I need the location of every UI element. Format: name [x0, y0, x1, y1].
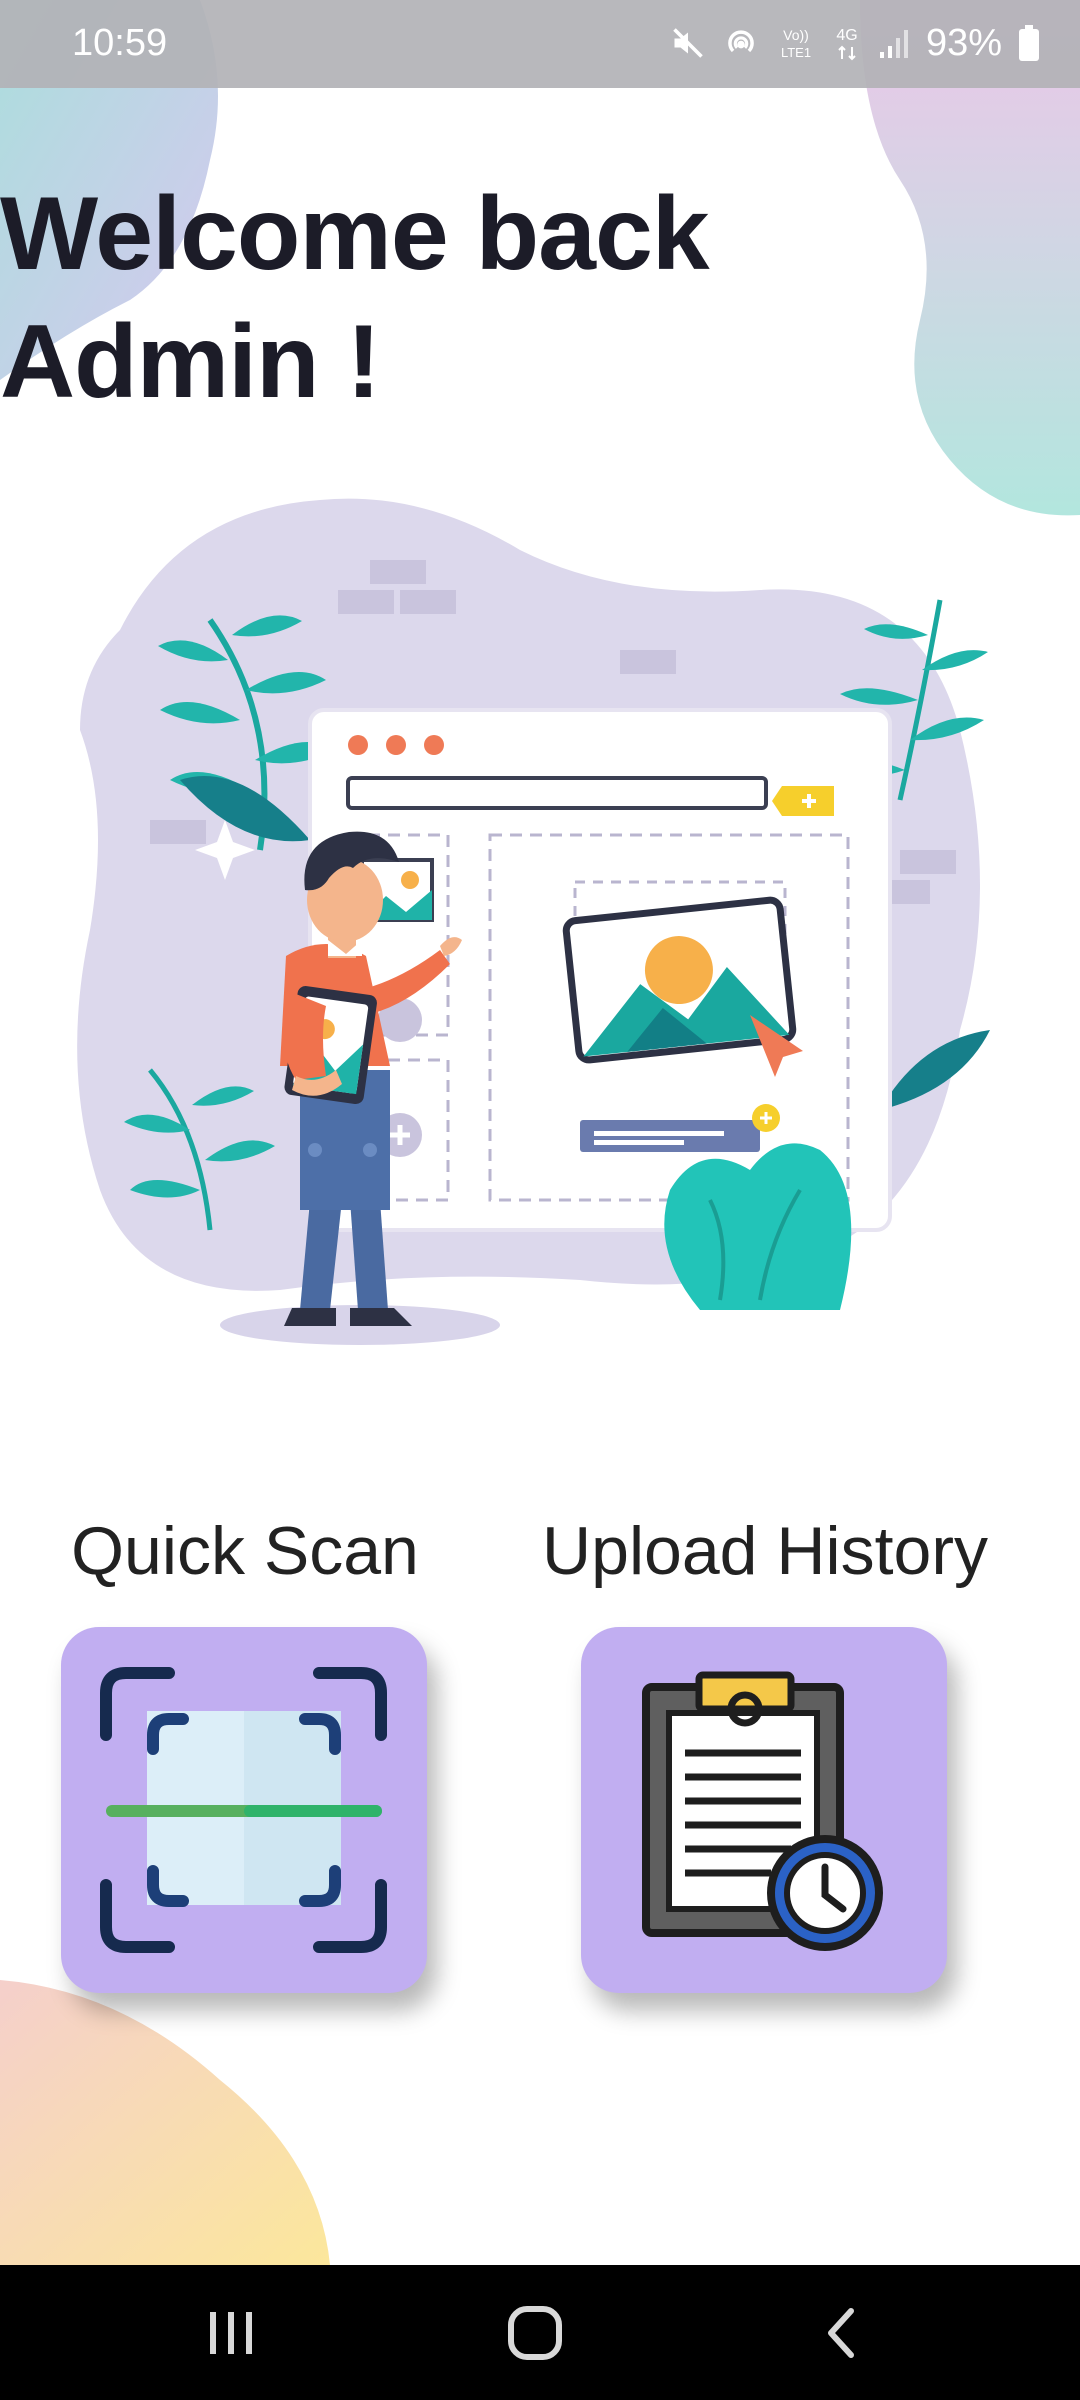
recent-apps-icon: [210, 2311, 252, 2354]
home-icon: [508, 2305, 562, 2360]
battery-icon: [1019, 25, 1039, 61]
scan-icon: [100, 1667, 387, 1953]
mute-icon: [673, 28, 703, 58]
quick-scan-label: Quick Scan: [71, 1513, 419, 1589]
status-icons: Vo)) LTE1 4G 93%: [670, 18, 1040, 68]
welcome-title: Welcome back Admin !: [0, 170, 710, 426]
quick-scan-button[interactable]: [61, 1627, 427, 1993]
battery-percent: 93%: [925, 21, 1002, 64]
clipboard-history-icon: [642, 1671, 883, 1951]
home-button[interactable]: [455, 2265, 615, 2400]
recent-apps-button[interactable]: [152, 2265, 312, 2400]
svg-text:Vo)): Vo)): [783, 27, 809, 43]
decor-blob-bottom-left: [0, 1980, 330, 2265]
signal-icon: [879, 30, 908, 58]
svg-text:4G: 4G: [836, 27, 857, 44]
image-upload-illustration: [77, 498, 990, 1345]
back-icon: [828, 2307, 854, 2358]
status-time: 10:59: [72, 22, 168, 64]
welcome-line-2: Admin !: [0, 304, 381, 420]
upload-history-label: Upload History: [542, 1513, 988, 1589]
navigation-bar: [0, 2265, 1080, 2400]
back-button[interactable]: [760, 2265, 920, 2400]
upload-history-button[interactable]: [581, 1627, 947, 1993]
svg-text:LTE1: LTE1: [781, 45, 811, 60]
4g-data-icon: 4G: [836, 27, 858, 61]
status-bar: 10:59 Vo)) LTE1 4G 93%: [0, 0, 1080, 88]
welcome-line-1: Welcome back: [0, 176, 710, 292]
volte-icon: Vo)) LTE1: [781, 27, 811, 60]
hotspot-icon: [728, 30, 754, 53]
